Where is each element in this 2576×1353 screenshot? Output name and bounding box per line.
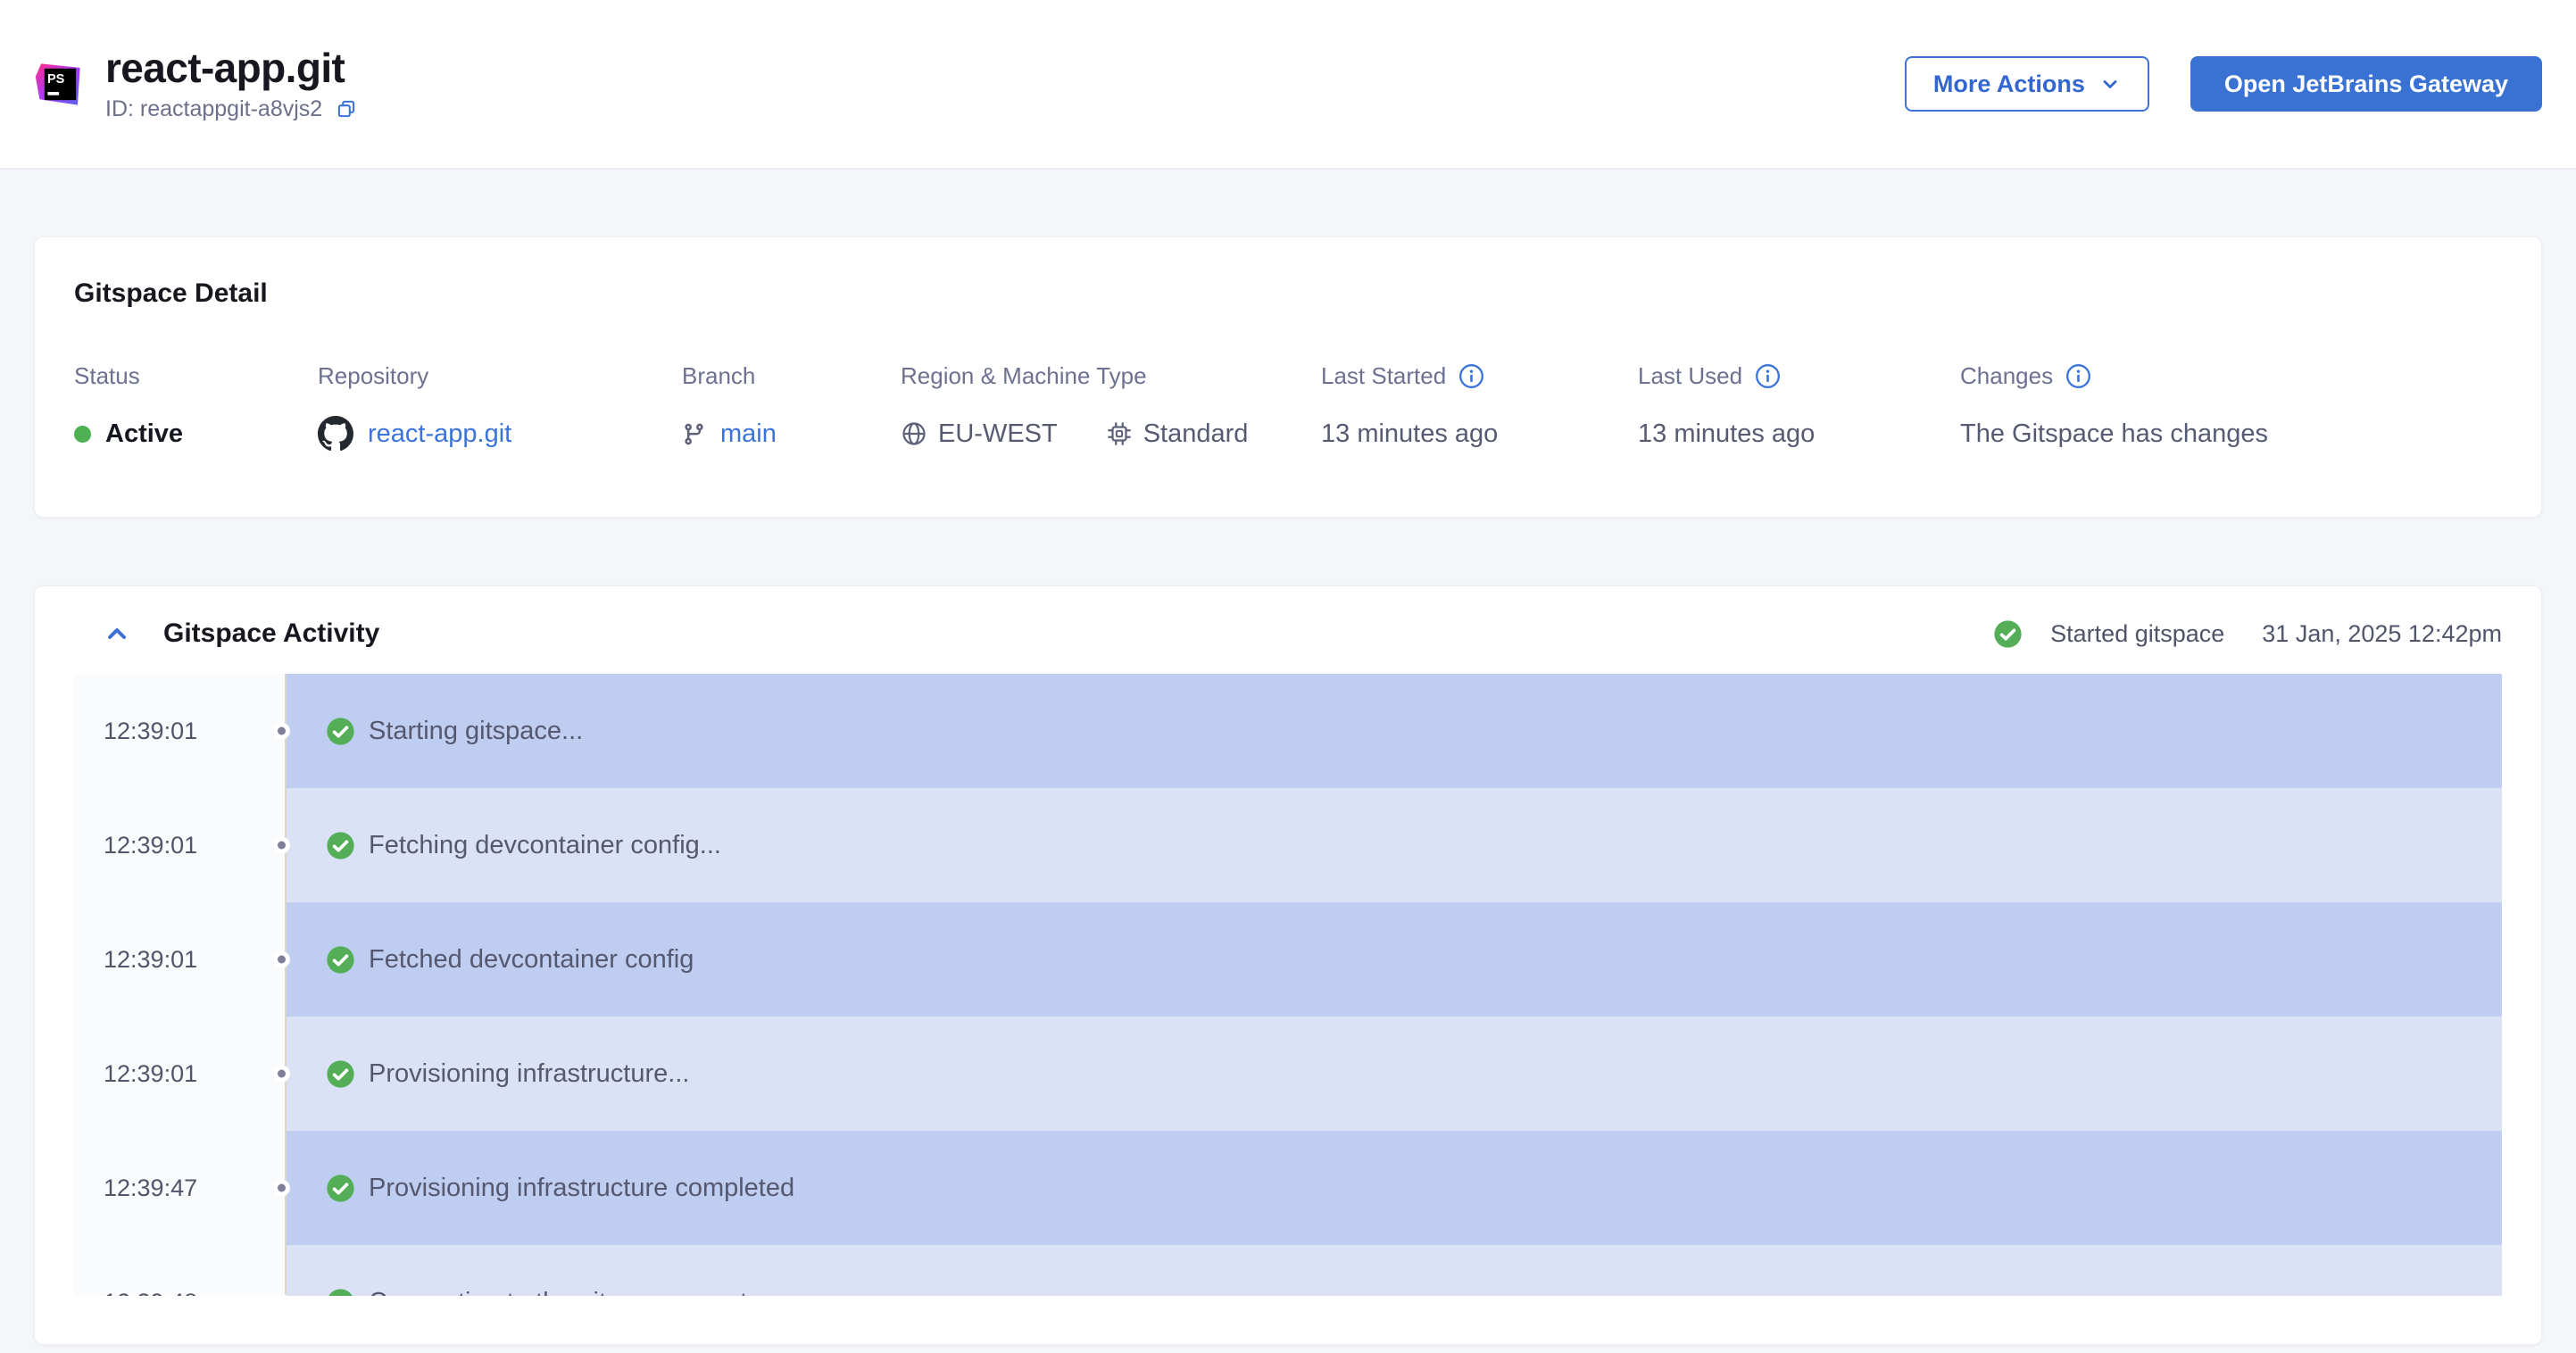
- activity-date: 31 Jan, 2025 12:42pm: [2262, 619, 2502, 647]
- log-timestamp: 12:39:47: [74, 1131, 287, 1245]
- check-circle-icon: [326, 1287, 355, 1296]
- log-message-area: Provisioning infrastructure completed: [273, 1131, 2502, 1245]
- timeline-dot: [273, 836, 290, 854]
- field-last-started: Last Started 13 minutes ago: [1321, 362, 1638, 454]
- page-title: react-app.git: [105, 45, 345, 92]
- log-row: 12:39:01 Starting gitspace...: [74, 674, 2502, 788]
- status-dot: [74, 425, 91, 443]
- open-jetbrains-gateway-button[interactable]: Open JetBrains Gateway: [2190, 56, 2542, 112]
- last-started-value: 13 minutes ago: [1321, 419, 1499, 448]
- chevron-up-icon: [108, 628, 126, 639]
- gitspace-activity-card: Gitspace Activity Started gitspace 31 Ja…: [34, 585, 2542, 1345]
- git-branch-icon: [685, 423, 703, 444]
- log-row: 12:39:01 Provisioning infrastructure...: [74, 1017, 2502, 1131]
- activity-log[interactable]: 12:39:01 Starting gitspace... 12:39:01 F…: [74, 674, 2502, 1296]
- log-message: Fetched devcontainer config: [369, 944, 694, 974]
- log-timestamp: 12:39:01: [74, 1017, 287, 1131]
- field-last-used: Last Used 13 minutes ago: [1638, 362, 1960, 454]
- status-value: Active: [105, 419, 184, 448]
- info-icon[interactable]: [2065, 363, 2091, 389]
- svg-text:PS: PS: [47, 72, 65, 87]
- field-region-machine: Region & Machine Type EU-WEST Standard: [901, 362, 1321, 454]
- timeline-dot: [273, 1065, 290, 1083]
- check-circle-icon: [326, 1173, 355, 1203]
- log-message: Fetching devcontainer config...: [369, 830, 721, 859]
- last-used-label: Last Used: [1638, 362, 1743, 389]
- changes-label: Changes: [1960, 362, 2054, 389]
- log-timestamp: 12:39:48: [74, 1245, 287, 1296]
- detail-card-title: Gitspace Detail: [74, 278, 268, 308]
- log-timestamp: 12:39:01: [74, 674, 287, 788]
- cpu-icon: [1107, 422, 1131, 445]
- log-row: 12:39:48 Connecting to the gitspace agen…: [74, 1245, 2502, 1296]
- phpstorm-logo: PS: [35, 63, 80, 105]
- check-circle-icon: [326, 716, 355, 746]
- log-message: Provisioning infrastructure...: [369, 1058, 690, 1088]
- check-circle-icon: [326, 944, 355, 975]
- changes-value: The Gitspace has changes: [1960, 419, 2268, 448]
- more-actions-label: More Actions: [1932, 70, 2085, 97]
- status-label: Status: [74, 362, 140, 389]
- log-timestamp: 12:39:01: [74, 788, 287, 902]
- region-value: EU-WEST: [938, 419, 1058, 448]
- top-header: PS react-app.git ID: reactappgit-a8vjs2 …: [0, 0, 2576, 170]
- log-message: Connecting to the gitspace agent...: [369, 1288, 769, 1297]
- gitspace-id: ID: reactappgit-a8vjs2: [105, 95, 323, 121]
- log-row: 12:39:01 Fetched devcontainer config: [74, 902, 2502, 1017]
- branch-link[interactable]: main: [720, 419, 777, 449]
- last-started-label: Last Started: [1321, 362, 1447, 389]
- last-used-value: 13 minutes ago: [1638, 419, 1816, 448]
- timeline-dot: [273, 1179, 290, 1197]
- check-circle-icon: [326, 830, 355, 860]
- info-icon[interactable]: [1755, 363, 1781, 389]
- field-changes: Changes The Gitspace has changes: [1960, 362, 2502, 454]
- log-row: 12:39:01 Fetching devcontainer config...: [74, 788, 2502, 902]
- repository-label: Repository: [318, 362, 429, 389]
- more-actions-button[interactable]: More Actions: [1904, 56, 2149, 112]
- field-repository: Repository react-app.git: [318, 362, 682, 454]
- activity-status-text: Started gitspace: [2050, 619, 2225, 647]
- field-status: Status Active: [74, 362, 318, 454]
- check-circle-icon: [1993, 618, 2023, 649]
- globe-icon: [902, 422, 926, 445]
- info-icon[interactable]: [1458, 363, 1484, 389]
- region-machine-label: Region & Machine Type: [901, 362, 1147, 389]
- check-circle-icon: [326, 1058, 355, 1089]
- github-icon: [318, 416, 353, 452]
- log-message: Provisioning infrastructure completed: [369, 1173, 795, 1202]
- log-message-area: Fetched devcontainer config: [273, 902, 2502, 1017]
- branch-label: Branch: [682, 362, 756, 389]
- chevron-down-icon: [2103, 80, 2117, 88]
- copy-icon[interactable]: [335, 97, 358, 120]
- timeline-dot: [273, 950, 290, 968]
- log-timestamp: 12:39:01: [74, 902, 287, 1017]
- log-message-area: Connecting to the gitspace agent...: [273, 1245, 2502, 1297]
- log-message-area: Starting gitspace...: [273, 674, 2502, 788]
- gitspace-detail-card: Gitspace Detail Status Active Repository…: [34, 237, 2542, 518]
- log-message: Starting gitspace...: [369, 716, 584, 745]
- field-branch: Branch main: [682, 362, 901, 454]
- machine-type-value: Standard: [1143, 419, 1249, 448]
- log-message-area: Provisioning infrastructure...: [273, 1017, 2502, 1131]
- log-row: 12:39:47 Provisioning infrastructure com…: [74, 1131, 2502, 1245]
- log-message-area: Fetching devcontainer config...: [273, 788, 2502, 902]
- activity-card-title: Gitspace Activity: [163, 618, 380, 648]
- collapse-activity-button[interactable]: [103, 619, 131, 648]
- open-gateway-label: Open JetBrains Gateway: [2223, 70, 2508, 97]
- repository-link[interactable]: react-app.git: [368, 419, 511, 449]
- timeline-dot: [273, 722, 290, 740]
